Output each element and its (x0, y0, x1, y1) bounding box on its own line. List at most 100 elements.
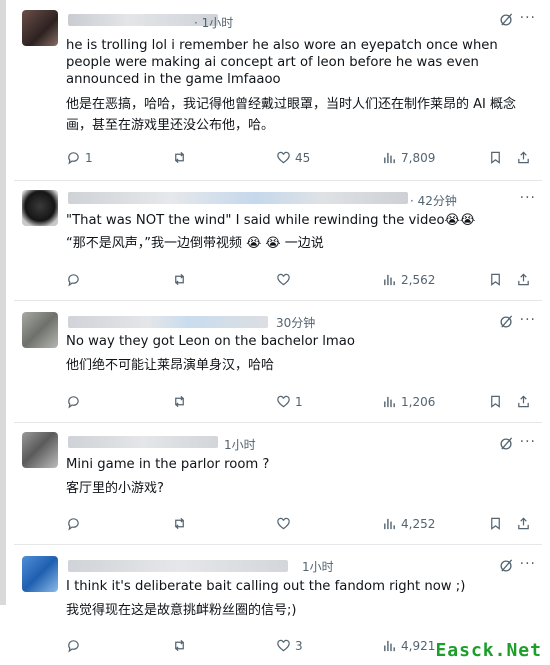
like-button[interactable]: 45 (276, 150, 310, 165)
reply-icon (68, 152, 79, 165)
like-button[interactable] (276, 272, 295, 287)
reply-post[interactable]: 1小时 ··· Mini game in the parlor room ? 客… (14, 422, 542, 545)
reply-post[interactable]: · 1小时 ··· he is trolling lol i remember … (14, 0, 542, 181)
bookmark-button[interactable] (488, 150, 503, 165)
avatar[interactable] (22, 312, 58, 348)
grok-icon[interactable] (499, 436, 514, 455)
post-time: · 1小时 (194, 16, 234, 30)
views-button[interactable]: 7,809 (382, 150, 435, 165)
repost-button[interactable] (172, 272, 191, 287)
display-name-blurred[interactable] (68, 316, 268, 328)
view-count: 4,921 (401, 638, 436, 653)
bookmark-button[interactable] (488, 272, 503, 287)
views-icon (384, 396, 395, 408)
like-count: 3 (295, 638, 303, 653)
repost-button[interactable] (172, 150, 191, 165)
post-time: 1小时 (224, 438, 256, 452)
action-bar: 2,562 (66, 272, 536, 292)
views-icon (384, 518, 395, 530)
repost-icon (175, 639, 184, 652)
action-bar: 1 45 7,809 (66, 150, 536, 170)
like-button[interactable]: 1 (276, 394, 303, 409)
views-icon (384, 274, 395, 286)
post-time: · 42分钟 (410, 194, 457, 208)
bookmark-icon (491, 395, 500, 408)
more-icon[interactable]: ··· (520, 190, 536, 206)
reply-post[interactable]: · 42分钟 ··· "That was NOT the wind" I sai… (14, 180, 542, 301)
watermark: Easck.Net (435, 640, 542, 661)
repost-icon (175, 273, 184, 286)
avatar[interactable] (22, 10, 58, 46)
more-icon[interactable]: ··· (520, 312, 536, 328)
share-icon (518, 273, 529, 286)
grok-icon[interactable] (499, 314, 514, 333)
views-button[interactable]: 2,562 (382, 272, 435, 287)
bookmark-button[interactable] (488, 394, 503, 409)
post-text-chinese: 我觉得现在这是故意挑衅粉丝圈的信号;) (66, 603, 297, 618)
display-name-blurred[interactable] (68, 192, 408, 204)
post-text-english: Mini game in the parlor room ? (66, 457, 270, 472)
heart-icon (277, 517, 290, 530)
post-text-chinese: “那不是风声，”我一边倒带视频 😭 😭 一边说 (66, 236, 324, 251)
display-name-blurred[interactable] (68, 560, 288, 572)
avatar[interactable] (22, 190, 58, 226)
repost-button[interactable] (172, 516, 191, 531)
post-text-chinese: 客厅里的小游戏? (66, 481, 164, 496)
action-bar: 1 1,206 (66, 394, 536, 414)
bookmark-icon (491, 151, 500, 164)
post-text-english: I think it's deliberate bait calling out… (66, 579, 466, 594)
share-button[interactable] (516, 516, 531, 531)
reply-icon (68, 396, 79, 409)
grok-icon[interactable] (499, 558, 514, 577)
repost-icon (175, 517, 184, 530)
heart-icon (277, 151, 290, 164)
share-button[interactable] (516, 272, 531, 287)
view-count: 4,252 (401, 516, 436, 531)
repost-button[interactable] (172, 638, 191, 653)
reply-count: 1 (85, 150, 93, 165)
like-count: 45 (295, 150, 311, 165)
more-icon[interactable]: ··· (520, 434, 536, 450)
repost-icon (175, 151, 184, 164)
repost-icon (175, 395, 184, 408)
heart-icon (277, 639, 290, 652)
view-count: 1,206 (401, 394, 436, 409)
like-button[interactable] (276, 516, 295, 531)
views-icon (384, 152, 395, 164)
more-icon[interactable]: ··· (520, 10, 536, 26)
grok-icon[interactable] (499, 12, 514, 31)
views-button[interactable]: 4,921 (382, 638, 435, 653)
avatar[interactable] (22, 432, 58, 468)
display-name-blurred[interactable] (68, 436, 218, 448)
post-text-chinese: 他是在恶搞，哈哈，我记得他曾经戴过眼罩，当时人们还在制作莱昂的 AI 概念画，甚… (66, 97, 516, 133)
post-text-chinese: 他们绝不可能让莱昂演单身汉，哈哈 (66, 358, 275, 373)
views-button[interactable]: 1,206 (382, 394, 435, 409)
views-button[interactable]: 4,252 (382, 516, 435, 531)
share-icon (518, 151, 529, 164)
reply-button[interactable] (66, 638, 85, 653)
reply-icon (68, 640, 79, 653)
share-icon (518, 395, 529, 408)
post-text-english: "That was NOT the wind" I said while rew… (66, 213, 476, 228)
views-icon (384, 640, 395, 652)
view-count: 2,562 (401, 272, 436, 287)
share-button[interactable] (516, 150, 531, 165)
post-text-english: he is trolling lol i remember he also wo… (66, 38, 498, 87)
like-button[interactable]: 3 (276, 638, 303, 653)
more-icon[interactable]: ··· (520, 556, 536, 572)
reply-icon (68, 518, 79, 531)
like-count: 1 (295, 394, 303, 409)
action-bar: 4,252 (66, 516, 536, 536)
bookmark-button[interactable] (488, 516, 503, 531)
reply-post[interactable]: 30分钟 ··· No way they got Leon on the bac… (14, 300, 542, 423)
share-button[interactable] (516, 394, 531, 409)
bookmark-icon (491, 517, 500, 530)
reply-button[interactable] (66, 516, 85, 531)
repost-button[interactable] (172, 394, 191, 409)
reply-button[interactable]: 1 (66, 150, 93, 165)
share-icon (518, 517, 529, 530)
bookmark-icon (491, 273, 500, 286)
reply-button[interactable] (66, 272, 85, 287)
avatar[interactable] (22, 556, 58, 592)
reply-button[interactable] (66, 394, 85, 409)
